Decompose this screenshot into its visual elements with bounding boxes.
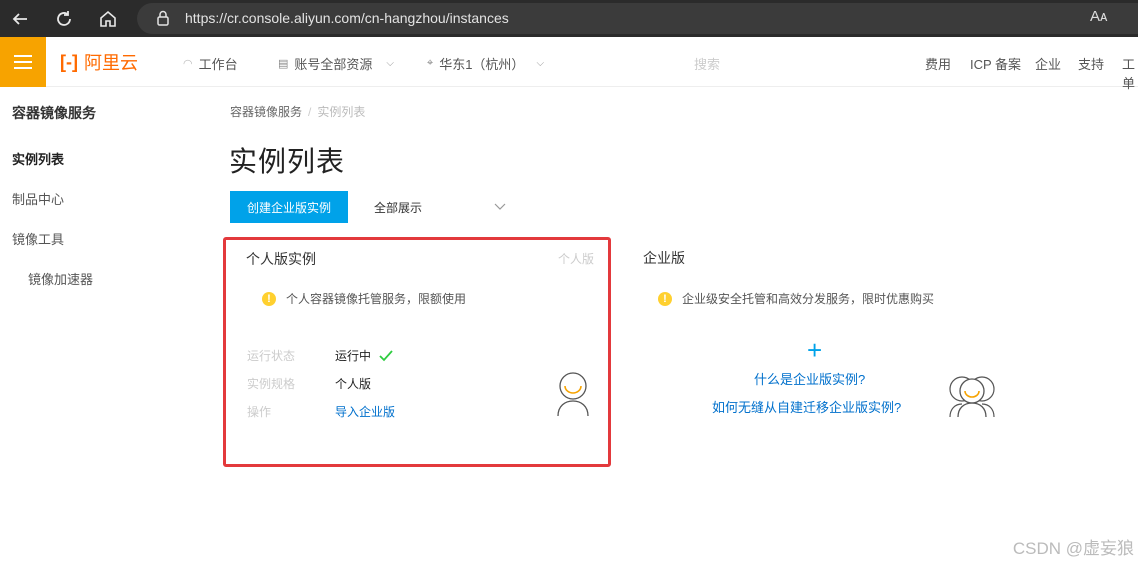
warning-icon: ! [658, 291, 672, 306]
menu-icon[interactable] [0, 37, 46, 87]
search-input[interactable]: 搜索 [694, 54, 720, 73]
workbench-label: 工作台 [198, 57, 238, 72]
chevron-down-icon: ⌵ [386, 58, 395, 69]
breadcrumb-item-service[interactable]: 容器镜像服务 [230, 105, 302, 119]
workbench-link[interactable]: ◠ 工作台 [183, 54, 238, 73]
check-icon [379, 349, 393, 361]
personal-instance-card[interactable]: 个人版实例 个人版 ! 个人容器镜像托管服务，限额使用 运行状态 运行中 实例规… [223, 237, 611, 467]
back-icon[interactable] [7, 6, 33, 32]
home-icon[interactable] [95, 6, 121, 32]
spec-value: 个人版 [335, 377, 372, 391]
logo-text: 阿里云 [83, 53, 138, 73]
filter-value: 全部展示 [374, 200, 423, 215]
url-text[interactable]: https://cr.console.aliyun.com/cn-hangzho… [185, 10, 509, 26]
header-link-billing[interactable]: 费用 [925, 54, 951, 73]
chevron-down-icon [494, 200, 506, 212]
reader-mode-icon[interactable]: Aᴀ [1090, 8, 1107, 25]
page-title: 实例列表 [229, 146, 346, 177]
breadcrumb: 容器镜像服务 / 实例列表 [230, 103, 365, 120]
notice: ! 个人容器镜像托管服务，限额使用 [262, 290, 466, 307]
account-resources-dropdown[interactable]: ▤ 账号全部资源 ⌵ [278, 54, 394, 73]
refresh-icon[interactable] [51, 6, 77, 32]
status-label: 运行状态 [247, 349, 296, 363]
chevron-down-icon: ⌵ [536, 58, 545, 69]
sidebar-item-instances[interactable]: 实例列表 [12, 149, 64, 168]
watermark: CSDN @虚妄狼 [1012, 539, 1134, 558]
notice-text: 企业级安全托管和高效分发服务，限时优惠购买 [682, 292, 935, 306]
enterprise-instance-card: 企业版 ! 企业级安全托管和高效分发服务，限时优惠购买 + 什么是企业版实例? … [626, 237, 1014, 467]
add-icon[interactable]: + [807, 337, 822, 363]
edition-tag: 个人版 [557, 252, 594, 266]
header-link-enterprise[interactable]: 企业 [1035, 54, 1061, 73]
notice: ! 企业级安全托管和高效分发服务，限时优惠购买 [658, 290, 934, 307]
server-icon: ▤ [278, 58, 289, 70]
enterprise-avatar-icon [946, 373, 998, 424]
region-label: 华东1（杭州） [439, 57, 525, 72]
action-label: 操作 [247, 405, 272, 419]
sidebar-title: 容器镜像服务 [12, 105, 96, 121]
sidebar-item-artifact-center[interactable]: 制品中心 [12, 189, 64, 208]
migrate-enterprise-link[interactable]: 如何无缝从自建迁移企业版实例? [712, 397, 901, 416]
personal-avatar-icon [555, 371, 591, 422]
search-placeholder: 搜索 [694, 57, 721, 72]
notice-text: 个人容器镜像托管服务，限额使用 [286, 292, 467, 306]
import-enterprise-link[interactable]: 导入企业版 [335, 403, 395, 420]
browser-toolbar: https://cr.console.aliyun.com/cn-hangzho… [0, 0, 1138, 37]
console-header: [-] 阿里云 ◠ 工作台 ▤ 账号全部资源 ⌵ ⌖ 华东1（杭州） ⌵ 搜索 … [0, 37, 1138, 91]
card-title: 个人版实例 [246, 251, 316, 267]
aliyun-logo[interactable]: [-] 阿里云 [60, 51, 138, 74]
header-link-support[interactable]: 支持 [1078, 54, 1104, 73]
sidebar-item-image-tools[interactable]: 镜像工具 [12, 229, 64, 248]
warning-icon: ! [262, 291, 276, 306]
what-is-enterprise-link[interactable]: 什么是企业版实例? [754, 369, 865, 388]
create-enterprise-instance-button[interactable]: 创建企业版实例 [230, 191, 348, 223]
account-resources-label: 账号全部资源 [294, 57, 373, 72]
sidebar: 容器镜像服务 实例列表 制品中心 镜像工具 镜像加速器 [0, 88, 190, 565]
region-dropdown[interactable]: ⌖ 华东1（杭州） ⌵ [427, 54, 544, 73]
breadcrumb-item-current: 实例列表 [317, 105, 366, 119]
workbench-icon: ◠ [183, 58, 193, 70]
status-text: 运行中 [335, 349, 372, 363]
card-title: 企业版 [643, 250, 685, 266]
header-link-tickets[interactable]: 工单 [1122, 54, 1138, 92]
breadcrumb-separator: / [308, 105, 312, 119]
location-icon: ⌖ [427, 57, 434, 69]
status-value: 运行中 [335, 347, 393, 364]
filter-select[interactable]: 全部展示 [364, 191, 518, 223]
spec-label: 实例规格 [247, 377, 296, 391]
header-link-icp[interactable]: ICP 备案 [970, 54, 1021, 73]
lock-icon[interactable] [154, 9, 172, 27]
sidebar-item-image-accelerator[interactable]: 镜像加速器 [28, 269, 93, 288]
logo-mark: [-] [60, 51, 78, 72]
